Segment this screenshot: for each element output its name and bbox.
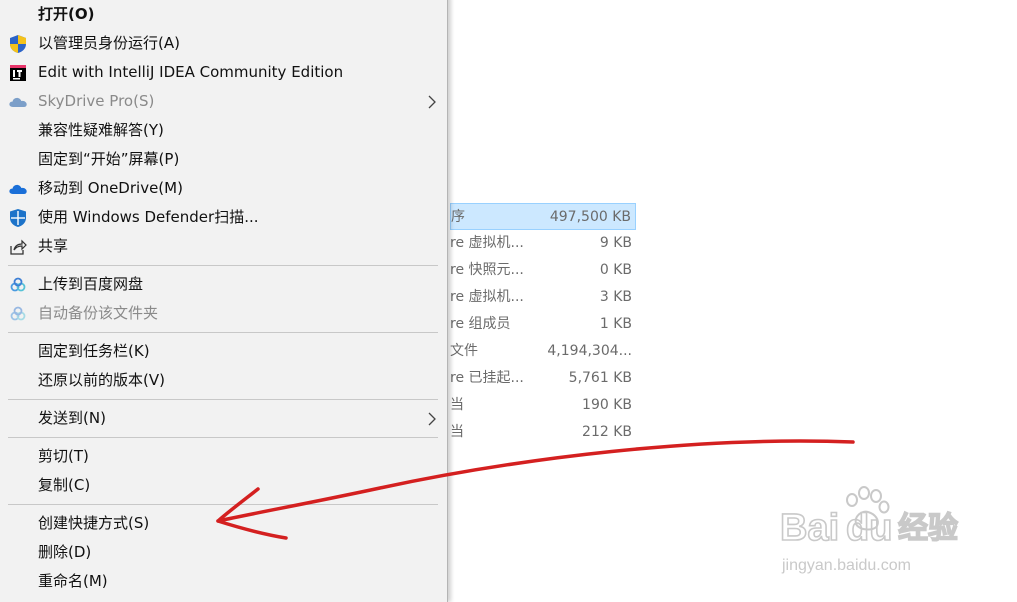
watermark-url: jingyan.baidu.com [781,557,911,574]
baidu-jingyan-watermark: Bai du 经验 jingyan.baidu.com [780,486,959,574]
svg-text:经验: 经验 [898,511,958,546]
svg-text:du: du [846,507,892,549]
svg-text:Bai: Bai [780,507,839,549]
